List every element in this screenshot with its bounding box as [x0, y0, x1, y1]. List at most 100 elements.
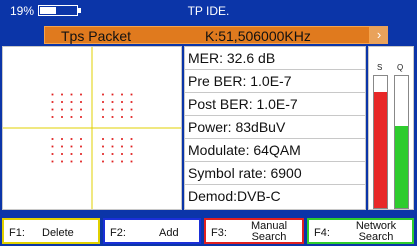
- constellation-point: [121, 116, 123, 118]
- constellation-point: [102, 101, 104, 103]
- constellation-point: [80, 108, 82, 111]
- q-meter-label: Q: [397, 63, 404, 72]
- s-meter-label: S: [377, 63, 383, 72]
- f1-action-label: Delete: [42, 227, 74, 239]
- constellation-point: [70, 160, 73, 163]
- frequency-readout: K:51,506000KHz: [205, 28, 311, 44]
- constellation-point: [80, 145, 82, 148]
- constellation-point: [70, 93, 73, 96]
- f3-action-label: Manual Search: [232, 221, 306, 243]
- constellation-point: [80, 138, 82, 140]
- strength-meter: [373, 75, 388, 209]
- constellation-point: [80, 116, 82, 118]
- constellation-point: [130, 160, 133, 163]
- f2-action-label: Add: [159, 227, 179, 239]
- constellation-point: [61, 101, 63, 103]
- constellation-point: [51, 93, 54, 96]
- constellation-point: [130, 138, 133, 140]
- signal-meters: S Q: [368, 46, 414, 210]
- constellation-point: [51, 101, 54, 103]
- constellation-point: [130, 93, 133, 96]
- constellation-point: [111, 153, 114, 155]
- constellation-point: [80, 153, 82, 155]
- f4-action-line2: Search: [358, 231, 394, 243]
- constellation-point: [51, 145, 54, 148]
- f1-delete-button[interactable]: F1: Delete: [2, 218, 100, 244]
- constellation-point: [130, 116, 133, 118]
- constellation-point: [111, 116, 114, 118]
- constellation-point: [121, 108, 123, 111]
- constellation-plot: [3, 47, 181, 209]
- constellation-point: [130, 145, 133, 148]
- constellation-point: [102, 138, 104, 140]
- screen-title: TP IDE.: [187, 4, 230, 18]
- constellation-point: [51, 153, 54, 155]
- constellation-point: [61, 153, 63, 155]
- constellation-point: [70, 138, 73, 140]
- pre-ber-value: Pre BER: 1.0E-7: [185, 70, 365, 93]
- constellation-point: [130, 101, 133, 103]
- power-value: Power: 83dBuV: [185, 116, 365, 139]
- constellation-point: [61, 138, 63, 140]
- f1-key-label: F1:: [9, 227, 25, 239]
- constellation-point: [61, 160, 63, 163]
- constellation-point: [51, 160, 54, 163]
- mode-label: Tps Packet: [61, 28, 132, 44]
- constellation-point: [102, 153, 104, 155]
- strength-meter-fill: [374, 91, 387, 208]
- constellation-point: [70, 153, 73, 155]
- chevron-right-icon[interactable]: ›: [370, 26, 388, 44]
- quality-meter-fill: [395, 126, 408, 208]
- constellation-point: [80, 160, 82, 163]
- constellation-point: [70, 116, 73, 118]
- constellation-point: [51, 138, 54, 140]
- constellation-point: [51, 116, 54, 118]
- quality-meter: [394, 75, 409, 209]
- status-bar: 19% TP IDE.: [0, 0, 417, 22]
- f4-key-label: F4:: [314, 227, 330, 239]
- symbol-rate-value: Symbol rate: 6900: [185, 162, 365, 185]
- constellation-point: [80, 93, 82, 96]
- signal-info-panel: MER: 32.6 dB Pre BER: 1.0E-7 Post BER: 1…: [184, 46, 366, 210]
- constellation-diagram: [2, 46, 182, 210]
- constellation-point: [121, 160, 123, 163]
- constellation-point: [121, 93, 123, 96]
- f4-network-search-button[interactable]: F4: Network Search: [307, 218, 414, 244]
- constellation-point: [111, 145, 114, 148]
- constellation-point: [130, 108, 133, 111]
- constellation-point: [121, 145, 123, 148]
- constellation-point: [102, 145, 104, 148]
- constellation-point: [121, 138, 123, 140]
- f3-key-label: F3:: [211, 227, 227, 239]
- constellation-point: [111, 138, 114, 140]
- modulation-value: Modulate: 64QAM: [185, 139, 365, 162]
- f2-add-button[interactable]: F2: Add: [103, 218, 201, 244]
- constellation-point: [121, 153, 123, 155]
- constellation-point: [61, 108, 63, 111]
- constellation-point: [61, 145, 63, 148]
- f4-action-label: Network Search: [337, 221, 415, 243]
- constellation-point: [121, 101, 123, 103]
- constellation-point: [102, 160, 104, 163]
- constellation-point: [130, 153, 133, 155]
- demod-value: Demod:DVB-C: [188, 188, 281, 204]
- constellation-point: [70, 101, 73, 103]
- f3-manual-search-button[interactable]: F3: Manual Search: [204, 218, 304, 244]
- constellation-point: [51, 108, 54, 111]
- header-bar[interactable]: Tps Packet K:51,506000KHz: [44, 26, 370, 44]
- constellation-point: [102, 116, 104, 118]
- constellation-point: [61, 93, 63, 96]
- f3-action-line2: Search: [251, 231, 287, 243]
- constellation-point: [111, 160, 114, 163]
- constellation-point: [111, 101, 114, 103]
- constellation-point: [61, 116, 63, 118]
- constellation-point: [80, 101, 82, 103]
- constellation-point: [70, 145, 73, 148]
- constellation-point: [70, 108, 73, 111]
- constellation-point: [102, 93, 104, 96]
- constellation-point: [111, 93, 114, 96]
- constellation-point: [102, 108, 104, 111]
- mer-value: MER: 32.6 dB: [185, 47, 365, 70]
- constellation-point: [111, 108, 114, 111]
- post-ber-value: Post BER: 1.0E-7: [185, 93, 365, 116]
